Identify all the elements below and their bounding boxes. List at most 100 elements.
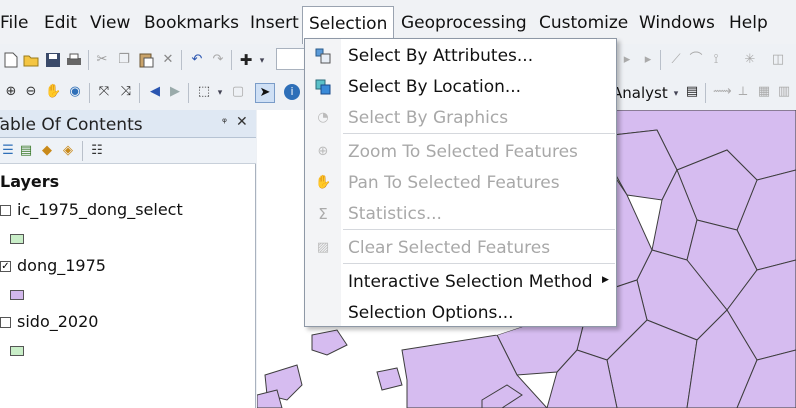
- menu-item-label: Interactive Selection Method: [348, 272, 593, 292]
- zoom-to-selected-icon: ⊕: [317, 144, 329, 159]
- layer-symbol-swatch[interactable]: [10, 346, 24, 356]
- trace-tool-icon: ⟟: [713, 52, 719, 67]
- map-scale-combo[interactable]: [276, 48, 306, 70]
- menu-separator: [343, 229, 615, 230]
- menu-item-select-by-attributes[interactable]: Select By Attributes...: [305, 41, 616, 71]
- menu-item-select-by-location[interactable]: Select By Location...: [305, 72, 616, 102]
- select-features-dropdown-icon[interactable]: ▾: [212, 85, 228, 101]
- layer-symbol-swatch[interactable]: [10, 234, 24, 244]
- toolbar-separator: [82, 141, 83, 161]
- menu-item-label: Select By Attributes...: [348, 46, 534, 66]
- save-icon[interactable]: [45, 52, 61, 68]
- layer-name-dong-1975[interactable]: dong_1975: [17, 256, 106, 275]
- histogram-icon[interactable]: ▤: [684, 84, 700, 100]
- menu-item-interactive-selection-method[interactable]: Interactive Selection Method ▶: [305, 267, 616, 297]
- menu-windows[interactable]: Windows: [639, 12, 715, 34]
- list-by-drawing-order-icon[interactable]: ☰: [0, 143, 16, 159]
- select-by-location-icon: [315, 79, 331, 95]
- district-polygon: [311, 329, 348, 356]
- toolbar-separator: [660, 50, 661, 70]
- toolbar-separator: [231, 50, 232, 70]
- menu-item-zoom-to-selected[interactable]: ⊕ Zoom To Selected Features: [305, 137, 616, 167]
- pan-to-selected-icon: ✋: [315, 175, 332, 190]
- menu-separator: [343, 133, 615, 134]
- delete-icon[interactable]: ✕: [160, 52, 176, 68]
- add-data-icon[interactable]: ✚: [238, 52, 254, 68]
- toolbar-separator: [89, 83, 90, 103]
- line-tool-icon: ⟋: [671, 52, 681, 67]
- copy-icon[interactable]: ❐: [116, 52, 132, 68]
- menu-item-label: Zoom To Selected Features: [348, 142, 578, 162]
- pan-hand-icon[interactable]: ✋: [45, 84, 61, 100]
- submenu-arrow-icon: ▶: [602, 275, 609, 285]
- sketch-tool-icon: ▸: [644, 52, 652, 67]
- open-folder-icon[interactable]: [23, 52, 39, 68]
- add-data-dropdown-icon[interactable]: ▾: [254, 53, 270, 69]
- undo-icon[interactable]: ↶: [189, 52, 205, 68]
- print-icon[interactable]: [66, 52, 82, 68]
- toolbar-separator: [188, 83, 189, 103]
- menu-separator: [343, 263, 615, 264]
- list-by-visibility-icon[interactable]: ◆: [39, 143, 55, 159]
- layer-name-sido-2020[interactable]: sido_2020: [17, 312, 98, 331]
- pin-icon[interactable]: ᵠ: [222, 115, 227, 129]
- contour-tool-icon: ⟿: [713, 84, 732, 99]
- list-by-source-icon[interactable]: ▤: [18, 143, 34, 159]
- redo-icon[interactable]: ↷: [210, 52, 226, 68]
- menu-item-statistics[interactable]: Σ Statistics...: [305, 199, 616, 229]
- fixed-zoom-in-icon[interactable]: ⤧: [96, 84, 112, 100]
- options-icon[interactable]: ☷: [89, 143, 105, 159]
- menu-item-label: Clear Selected Features: [348, 238, 551, 258]
- clear-selection-icon: ▨: [316, 240, 330, 255]
- toolbar-separator: [88, 50, 89, 70]
- toc-toolbar: ☰ ▤ ◆ ◈ ☷: [0, 138, 256, 164]
- selection-menu-dropdown: Select By Attributes... Select By Locati…: [304, 38, 617, 327]
- toc-title-bar: Table Of Contents ᵠ ✕: [0, 110, 256, 138]
- layer-symbol-swatch[interactable]: [10, 290, 24, 300]
- clear-selected-toolbar-icon[interactable]: ▢: [230, 84, 246, 100]
- grid-tool-icon: ▦: [757, 84, 771, 99]
- district-polygon: [257, 389, 283, 408]
- menu-item-label: Pan To Selected Features: [348, 173, 560, 193]
- edit-tool-icon: ▸: [623, 52, 631, 67]
- table-of-contents-panel: Table Of Contents ᵠ ✕ ☰ ▤ ◆ ◈ ☷ Layers i…: [0, 110, 256, 408]
- menu-help[interactable]: Help: [729, 12, 768, 34]
- back-arrow-icon[interactable]: ◀: [147, 84, 163, 100]
- split-tool-icon: ✳: [744, 52, 756, 67]
- menu-geoprocessing[interactable]: Geoprocessing: [401, 12, 527, 34]
- paste-icon[interactable]: [138, 52, 154, 68]
- full-extent-globe-icon[interactable]: ◉: [67, 84, 83, 100]
- forward-arrow-icon[interactable]: ▶: [167, 84, 183, 100]
- zoom-out-icon[interactable]: ⊖: [23, 84, 39, 100]
- select-features-icon[interactable]: ⬚: [196, 84, 212, 100]
- menu-item-select-by-graphics[interactable]: ◔ Select By Graphics: [305, 103, 616, 133]
- layer-name-ic-1975-dong-select[interactable]: ic_1975_dong_select: [17, 200, 183, 219]
- layer-checkbox-sido-2020[interactable]: [0, 317, 11, 328]
- menu-item-pan-to-selected[interactable]: ✋ Pan To Selected Features: [305, 168, 616, 198]
- district-polygon: [376, 367, 403, 391]
- menu-item-clear-selected[interactable]: ▨ Clear Selected Features: [305, 233, 616, 263]
- layer-checkbox-dong-1975[interactable]: ✓: [0, 261, 11, 272]
- toolbar-separator: [705, 83, 706, 103]
- menu-edit[interactable]: Edit: [44, 12, 77, 34]
- spatial-analyst-label[interactable]: Analyst: [612, 84, 668, 102]
- raster-tool-icon: ▥: [777, 84, 791, 99]
- menu-insert[interactable]: Insert: [250, 12, 299, 34]
- menu-customize[interactable]: Customize: [539, 12, 628, 34]
- identify-info-icon[interactable]: i: [284, 84, 300, 100]
- select-elements-pointer-icon[interactable]: ➤: [255, 83, 275, 103]
- layer-checkbox-ic-1975[interactable]: [0, 205, 11, 216]
- menu-item-label: Select By Graphics: [348, 108, 509, 128]
- menu-item-label: Statistics...: [348, 204, 442, 224]
- zoom-in-icon[interactable]: ⊕: [3, 84, 19, 100]
- list-by-selection-icon[interactable]: ◈: [60, 143, 76, 159]
- menu-item-selection-options[interactable]: Selection Options...: [305, 298, 616, 328]
- cut-icon[interactable]: ✂: [94, 52, 110, 68]
- menu-file[interactable]: File: [0, 12, 28, 34]
- menu-view[interactable]: View: [90, 12, 130, 34]
- menu-bookmarks[interactable]: Bookmarks: [144, 12, 239, 34]
- analyst-dropdown-icon[interactable]: ▾: [668, 86, 684, 102]
- new-document-icon[interactable]: [3, 52, 19, 68]
- fixed-zoom-out-icon[interactable]: ⤨: [118, 84, 134, 100]
- close-icon[interactable]: ✕: [236, 114, 248, 130]
